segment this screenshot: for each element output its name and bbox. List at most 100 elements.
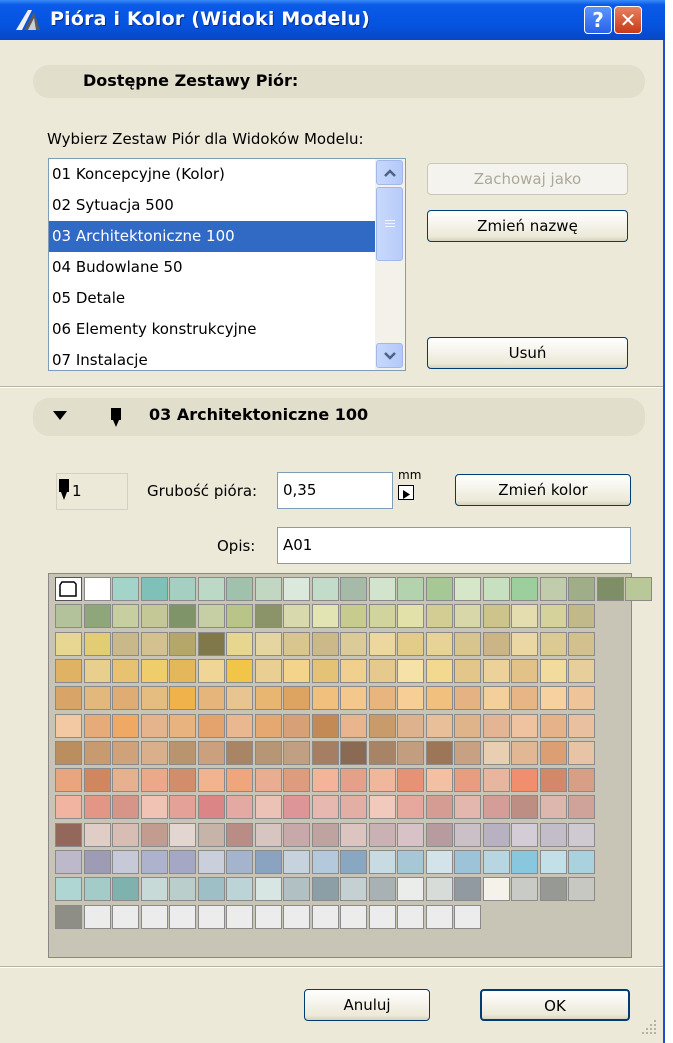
color-swatch[interactable] [254, 577, 282, 601]
color-swatch[interactable] [539, 850, 567, 874]
color-swatch[interactable] [55, 686, 82, 711]
color-swatch[interactable] [568, 768, 595, 793]
color-swatch[interactable] [340, 740, 367, 765]
color-swatch[interactable] [397, 850, 424, 874]
color-swatch[interactable] [169, 795, 196, 820]
expand-triangle-icon[interactable] [53, 411, 67, 421]
color-swatch[interactable] [368, 658, 396, 683]
color-swatch[interactable] [568, 795, 595, 820]
color-swatch[interactable] [197, 850, 225, 874]
color-swatch[interactable] [454, 795, 481, 820]
color-palette[interactable] [48, 573, 652, 958]
color-swatch[interactable] [283, 604, 310, 629]
color-swatch[interactable] [340, 877, 367, 902]
color-swatch[interactable] [112, 850, 139, 874]
color-swatch[interactable] [55, 877, 82, 902]
color-swatch[interactable] [482, 850, 510, 874]
color-swatch[interactable] [425, 604, 453, 629]
color-swatch[interactable] [368, 631, 396, 656]
color-swatch[interactable] [169, 658, 196, 683]
color-swatch[interactable] [539, 686, 567, 711]
color-swatch[interactable] [425, 740, 453, 765]
color-swatch[interactable] [568, 822, 595, 847]
color-swatch[interactable] [169, 768, 196, 793]
color-swatch[interactable] [539, 577, 567, 601]
color-swatch[interactable] [482, 577, 510, 601]
color-swatch[interactable] [454, 658, 481, 683]
color-swatch[interactable] [511, 795, 538, 820]
color-swatch[interactable] [112, 904, 139, 929]
color-swatch[interactable] [254, 658, 282, 683]
color-swatch[interactable] [83, 686, 111, 711]
color-swatch[interactable] [425, 795, 453, 820]
color-swatch[interactable] [140, 822, 168, 847]
color-swatch[interactable] [226, 795, 253, 820]
color-swatch[interactable] [283, 631, 310, 656]
color-swatch[interactable] [454, 577, 481, 601]
color-swatch[interactable] [482, 631, 510, 656]
color-swatch[interactable] [340, 658, 367, 683]
color-swatch[interactable] [368, 686, 396, 711]
list-item[interactable]: 03 Architektoniczne 100 [49, 221, 376, 252]
color-swatch[interactable] [197, 768, 225, 793]
color-swatch[interactable] [83, 658, 111, 683]
color-swatch[interactable] [368, 604, 396, 629]
color-swatch[interactable] [539, 822, 567, 847]
list-scrollbar[interactable] [375, 159, 405, 370]
color-swatch[interactable] [311, 822, 339, 847]
list-item[interactable]: 07 Instalacje [49, 345, 376, 370]
color-swatch[interactable] [169, 850, 196, 874]
list-item[interactable]: 02 Sytuacja 500 [49, 190, 376, 221]
color-swatch[interactable] [368, 850, 396, 874]
color-swatch[interactable] [283, 686, 310, 711]
color-swatch[interactable] [55, 658, 82, 683]
color-swatch[interactable] [397, 686, 424, 711]
color-swatch[interactable] [397, 604, 424, 629]
color-swatch[interactable] [311, 658, 339, 683]
color-swatch[interactable] [254, 822, 282, 847]
color-swatch[interactable] [511, 877, 538, 902]
color-swatch[interactable] [169, 740, 196, 765]
color-swatch[interactable] [55, 795, 82, 820]
list-item[interactable]: 06 Elementy konstrukcyjne [49, 314, 376, 345]
color-swatch[interactable] [568, 686, 595, 711]
color-swatch[interactable] [397, 631, 424, 656]
color-swatch[interactable] [340, 604, 367, 629]
color-swatch[interactable] [197, 795, 225, 820]
color-swatch[interactable] [140, 877, 168, 902]
color-swatch[interactable] [197, 604, 225, 629]
color-swatch[interactable] [283, 877, 310, 902]
color-swatch[interactable] [340, 850, 367, 874]
color-swatch[interactable] [539, 631, 567, 656]
color-swatch[interactable] [169, 822, 196, 847]
color-swatch[interactable] [55, 631, 82, 656]
color-swatch[interactable] [425, 686, 453, 711]
color-swatch[interactable] [340, 822, 367, 847]
color-swatch[interactable] [254, 631, 282, 656]
cancel-button[interactable]: Anuluj [304, 989, 430, 1021]
color-swatch[interactable] [226, 822, 253, 847]
color-swatch[interactable] [511, 850, 538, 874]
color-swatch[interactable] [511, 740, 538, 765]
color-swatch[interactable] [140, 577, 168, 601]
color-swatch[interactable] [169, 713, 196, 738]
color-swatch[interactable] [55, 822, 82, 847]
delete-button[interactable]: Usuń [427, 337, 628, 369]
ok-button[interactable]: OK [480, 989, 630, 1021]
color-swatch[interactable] [568, 658, 595, 683]
color-swatch[interactable] [539, 740, 567, 765]
color-swatch[interactable] [397, 904, 424, 929]
color-swatch[interactable] [454, 604, 481, 629]
color-swatch[interactable] [254, 686, 282, 711]
color-swatch[interactable] [55, 604, 82, 629]
color-swatch[interactable] [368, 713, 396, 738]
color-swatch[interactable] [254, 795, 282, 820]
color-swatch[interactable] [311, 577, 339, 601]
color-swatch[interactable] [311, 768, 339, 793]
color-swatch[interactable] [226, 740, 253, 765]
color-swatch[interactable] [397, 877, 424, 902]
color-swatch[interactable] [283, 768, 310, 793]
list-item[interactable]: 04 Budowlane 50 [49, 252, 376, 283]
color-swatch[interactable] [482, 877, 510, 902]
color-swatch[interactable] [112, 795, 139, 820]
